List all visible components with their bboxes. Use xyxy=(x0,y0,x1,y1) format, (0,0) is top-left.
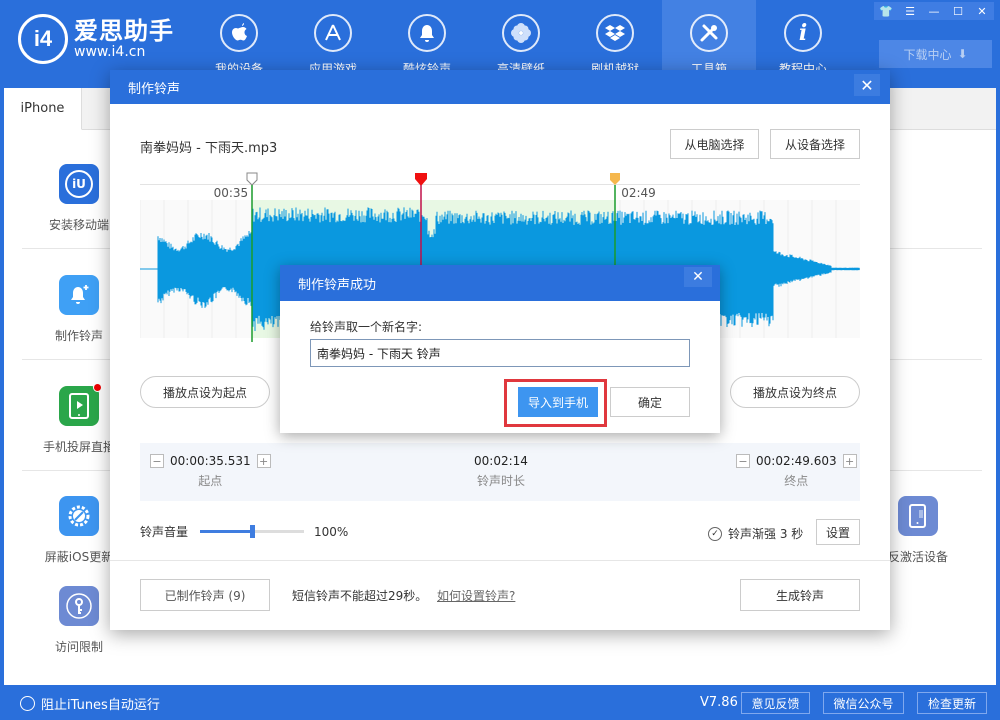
file-name: 南拳妈妈 - 下雨天.mp3 xyxy=(140,141,278,156)
dialog-header: 制作铃声成功 ✕ xyxy=(280,265,720,301)
volume-slider-fill xyxy=(200,530,253,533)
skin-icon[interactable]: 👕 xyxy=(874,2,898,20)
time-panel: − 00:00:35.531 + 起点 00:02:14 铃声时长 − 00:0… xyxy=(140,443,860,501)
fade-in-option[interactable]: ✓ 铃声渐强 3 秒 xyxy=(708,525,803,542)
end-label: 终点 xyxy=(784,474,809,488)
maximize-icon[interactable]: ☐ xyxy=(946,2,970,20)
close-icon[interactable]: ✕ xyxy=(684,267,712,287)
start-label: 起点 xyxy=(198,474,223,488)
tool-label: 屏蔽iOS更新 xyxy=(44,550,114,564)
choose-from-pc-button[interactable]: 从电脑选择 xyxy=(670,129,759,159)
settings-button[interactable]: 设置 xyxy=(816,519,860,545)
duration-value: 00:02:14 xyxy=(474,454,528,468)
end-marker-time: 02:49 xyxy=(621,186,656,200)
duration-label: 铃声时长 xyxy=(476,474,525,488)
start-increment-button[interactable]: + xyxy=(256,454,271,468)
start-time-control: − 00:00:35.531 + 起点 xyxy=(150,454,271,489)
duration-display: 00:02:14 铃声时长 xyxy=(474,454,528,489)
flower-icon xyxy=(502,14,540,52)
minimize-icon[interactable]: — xyxy=(922,2,946,20)
menu-icon[interactable]: ☰ xyxy=(898,2,922,20)
wechat-button[interactable]: 微信公众号 xyxy=(823,692,904,714)
tool-label: 手机投屏直播 xyxy=(42,440,115,454)
import-to-phone-button[interactable]: 导入到手机 xyxy=(518,387,598,417)
set-start-button[interactable]: 播放点设为起点 xyxy=(140,376,270,408)
tool-label: 反激活设备 xyxy=(887,550,948,564)
apple-icon xyxy=(220,14,258,52)
rename-prompt: 给铃声取一个新名字: xyxy=(310,320,423,334)
tools-icon xyxy=(690,14,728,52)
app-url: www.i4.cn xyxy=(74,44,146,60)
app-store-icon xyxy=(314,14,352,52)
app-name: 爱思助手 xyxy=(74,17,174,45)
i4-logo-icon: i4 xyxy=(18,14,68,64)
ok-button[interactable]: 确定 xyxy=(610,387,690,417)
feedback-button[interactable]: 意见反馈 xyxy=(741,692,810,714)
tool-label: 访问限制 xyxy=(54,640,103,654)
tablet-icon xyxy=(898,496,938,536)
ringtone-name-input[interactable] xyxy=(310,339,690,367)
bell-icon xyxy=(408,14,446,52)
start-marker-handle[interactable] xyxy=(246,172,258,345)
how-to-link[interactable]: 如何设置铃声? xyxy=(437,587,515,604)
version-label: V7.86 xyxy=(700,695,738,710)
volume-slider[interactable] xyxy=(200,525,305,538)
download-icon: ⬇ xyxy=(957,47,968,61)
set-end-button[interactable]: 播放点设为终点 xyxy=(730,376,860,408)
dropbox-icon xyxy=(596,14,634,52)
download-center-label: 下载中心 xyxy=(903,47,952,62)
volume-label: 铃声音量 xyxy=(140,525,189,539)
itunes-toggle-label: 阻止iTunes自动运行 xyxy=(41,698,160,713)
end-time-value: 00:02:49.603 xyxy=(756,454,837,468)
generate-ringtone-button[interactable]: 生成铃声 xyxy=(740,579,860,611)
start-marker-time: 00:35 xyxy=(213,186,249,200)
volume-value: 100% xyxy=(314,524,349,539)
i4-app-icon: iU xyxy=(59,164,99,204)
key-icon xyxy=(59,586,99,626)
status-bar: 阻止iTunes自动运行 V7.86 意见反馈 微信公众号 检查更新 xyxy=(0,685,1000,720)
ringtone-success-dialog: 制作铃声成功 ✕ 给铃声取一个新名字: 导入到手机 确定 xyxy=(280,265,720,433)
window-controls: 👕 ☰ — ☐ ✕ xyxy=(874,2,994,20)
close-icon[interactable]: ✕ xyxy=(970,2,994,20)
notification-dot xyxy=(93,383,102,392)
made-ringtones-button[interactable]: 已制作铃声 (9) xyxy=(140,579,270,611)
end-decrement-button[interactable]: − xyxy=(736,454,750,468)
start-decrement-button[interactable]: − xyxy=(150,454,164,468)
volume-slider-thumb[interactable] xyxy=(250,525,256,538)
tablet-play-icon xyxy=(59,383,102,426)
checkmark-icon[interactable]: ✓ xyxy=(708,526,722,541)
close-icon[interactable]: ✕ xyxy=(854,74,880,96)
download-center-button[interactable]: 下载中心 ⬇ xyxy=(879,40,992,68)
end-increment-button[interactable]: + xyxy=(842,454,857,468)
divider xyxy=(110,560,890,561)
gear-block-icon xyxy=(59,496,99,536)
radio-icon xyxy=(20,696,35,711)
modal-header: 制作铃声 ✕ xyxy=(110,70,890,104)
volume-control: 铃声音量 100% xyxy=(140,523,348,540)
tab-iphone[interactable]: iPhone xyxy=(4,88,82,130)
modal-title: 制作铃声 xyxy=(128,81,181,97)
check-update-button[interactable]: 检查更新 xyxy=(917,692,987,714)
info-icon: i xyxy=(784,14,822,52)
bell-plus-icon xyxy=(59,275,99,315)
tool-label: 安装移动端 xyxy=(48,218,109,232)
tool-label: 制作铃声 xyxy=(54,329,103,343)
fade-label: 铃声渐强 3 秒 xyxy=(728,527,804,541)
end-time-control: − 00:02:49.603 + 终点 xyxy=(736,454,857,489)
itunes-toggle[interactable]: 阻止iTunes自动运行 xyxy=(20,694,160,713)
app-logo: i4 爱思助手 www.i4.cn xyxy=(18,14,174,64)
dialog-title: 制作铃声成功 xyxy=(298,277,377,293)
start-time-value: 00:00:35.531 xyxy=(170,454,251,468)
sms-hint: 短信铃声不能超过29秒。 xyxy=(292,589,428,603)
choose-from-device-button[interactable]: 从设备选择 xyxy=(770,129,860,159)
